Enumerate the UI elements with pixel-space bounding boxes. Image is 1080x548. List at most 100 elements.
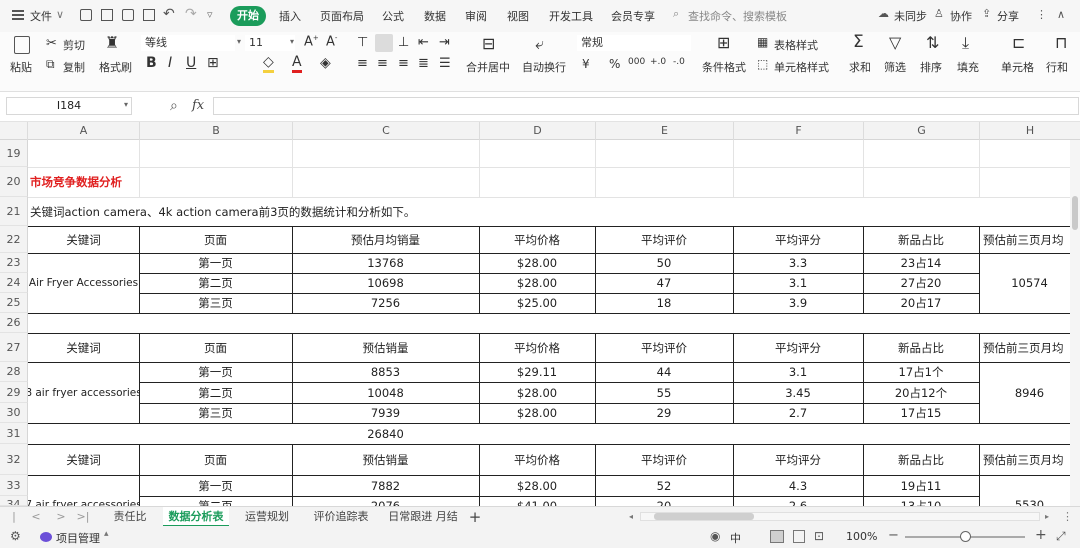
copy-icon[interactable]: ⧉ <box>46 57 55 72</box>
indent-increase-icon[interactable]: ⇥ <box>439 35 450 50</box>
hscroll-left-icon[interactable]: ◂ <box>626 507 636 527</box>
prev-sheet-icon[interactable]: < <box>30 507 42 527</box>
wrap-text-icon[interactable]: ⤶ <box>535 34 544 54</box>
name-box-dropdown-icon[interactable]: ▾ <box>124 100 128 109</box>
indent-decrease-icon[interactable]: ⇤ <box>418 35 429 50</box>
sum-button[interactable]: 求和 <box>849 59 871 75</box>
next-sheet-icon[interactable]: > <box>55 507 67 527</box>
merge-center-button[interactable]: 合并居中 <box>466 59 510 75</box>
column-header-c[interactable]: C <box>293 122 480 140</box>
tab-review[interactable]: 审阅 <box>465 8 487 24</box>
filter-icon[interactable]: ▽ <box>889 33 901 52</box>
sum-icon[interactable]: Σ <box>853 32 864 52</box>
cell-grid[interactable]: 市场竞争数据分析 关键词action camera、4k action came… <box>28 140 1080 506</box>
row-header-21[interactable]: 21 <box>0 197 28 226</box>
increase-font-icon[interactable]: A+ <box>304 34 319 49</box>
number-format-select[interactable]: 常规 <box>576 34 692 52</box>
vertical-scrollbar-thumb[interactable] <box>1072 196 1078 230</box>
column-header-a[interactable]: A <box>28 122 140 140</box>
sheet-tab-data-analysis[interactable]: 数据分析表 <box>163 507 229 527</box>
project-icon[interactable] <box>40 532 52 542</box>
input-language[interactable]: 中 <box>730 530 741 546</box>
column-header-h[interactable]: H <box>980 122 1080 140</box>
name-box[interactable]: I184 <box>6 97 132 115</box>
sheet-tab-review-tracking[interactable]: 评价追踪表 <box>305 507 377 527</box>
row-header-27[interactable]: 27 <box>0 333 28 362</box>
scroll-more-icon[interactable]: ⋮ <box>1062 507 1073 527</box>
fill-color-icon[interactable]: ◇ <box>263 54 274 73</box>
collaborate-button[interactable]: 协作 <box>950 8 972 24</box>
formula-input[interactable] <box>213 97 1079 115</box>
export-icon[interactable] <box>101 9 113 21</box>
wrap-text-button[interactable]: 自动换行 <box>522 59 566 75</box>
tab-view[interactable]: 视图 <box>507 8 529 24</box>
row-header-32[interactable]: 32 <box>0 444 28 475</box>
share-button[interactable]: 分享 <box>997 8 1019 24</box>
percent-icon[interactable]: % <box>609 57 620 71</box>
conditional-format-icon[interactable]: ⊞ <box>717 33 730 52</box>
tab-insert[interactable]: 插入 <box>279 8 301 24</box>
search-icon[interactable]: ⌕ <box>673 7 679 21</box>
thousands-icon[interactable]: 000 <box>628 57 645 67</box>
decrease-decimal-icon[interactable]: -.0 <box>673 57 685 67</box>
cell-button[interactable]: 单元格 <box>1001 59 1034 75</box>
row-header-31[interactable]: 31 <box>0 423 28 444</box>
tab-start[interactable]: 开始 <box>230 6 266 26</box>
row-header-29[interactable]: 29 <box>0 382 28 403</box>
tab-data[interactable]: 数据 <box>424 8 446 24</box>
eye-protect-icon[interactable]: ◉ <box>710 529 720 543</box>
row-header-24[interactable]: 24 <box>0 273 28 293</box>
zoom-level[interactable]: 100% <box>846 530 877 543</box>
fullscreen-icon[interactable]: ⤢ <box>1056 529 1066 544</box>
align-left-icon[interactable]: ≡ <box>357 56 368 71</box>
fill-icon[interactable]: ⤓ <box>962 33 969 53</box>
row-header-26[interactable]: 26 <box>0 313 28 333</box>
print-preview-icon[interactable] <box>143 9 155 21</box>
distributed-icon[interactable]: ☰ <box>439 56 451 71</box>
scissors-icon[interactable]: ✂ <box>46 36 57 51</box>
paste-icon[interactable] <box>14 36 30 54</box>
clear-format-icon[interactable]: ◈ <box>320 55 331 71</box>
table-style-icon[interactable]: ▦ <box>757 35 768 49</box>
page-layout-view-icon[interactable] <box>793 530 805 543</box>
more-options-icon[interactable]: ⋮ <box>1036 8 1047 21</box>
undo-icon[interactable]: ↶ <box>163 6 175 22</box>
font-name-select[interactable]: 等线 <box>140 34 236 52</box>
collaborate-icon[interactable]: ♙ <box>934 7 944 20</box>
last-sheet-icon[interactable]: >| <box>76 507 90 527</box>
row-header-22[interactable]: 22 <box>0 226 28 253</box>
project-expand-icon[interactable]: ▴ <box>104 529 109 539</box>
justify-icon[interactable]: ≣ <box>418 56 429 71</box>
reading-view-icon[interactable]: ⊡ <box>814 529 824 543</box>
row-header-20[interactable]: 20 <box>0 167 28 197</box>
collapse-ribbon-icon[interactable]: ∧ <box>1057 8 1065 21</box>
hamburger-menu-icon[interactable] <box>12 10 24 20</box>
column-header-d[interactable]: D <box>480 122 596 140</box>
row-col-icon[interactable]: ⊓ <box>1055 33 1067 52</box>
vertical-scrollbar[interactable] <box>1070 140 1080 506</box>
align-center-icon[interactable]: ≡ <box>377 56 388 71</box>
normal-view-icon[interactable] <box>770 530 784 543</box>
share-icon[interactable]: ⇪ <box>982 7 991 20</box>
align-middle-icon[interactable] <box>375 34 393 52</box>
currency-icon[interactable]: ¥ <box>582 57 590 71</box>
conditional-format-button[interactable]: 条件格式 <box>702 59 746 75</box>
bold-icon[interactable]: B <box>146 55 157 71</box>
column-header-b[interactable]: B <box>140 122 293 140</box>
tab-developer[interactable]: 开发工具 <box>549 8 593 24</box>
project-manage-button[interactable]: 项目管理 <box>56 530 100 546</box>
underline-icon[interactable]: U <box>186 55 196 71</box>
row-header-19[interactable]: 19 <box>0 140 28 167</box>
row-header-25[interactable]: 25 <box>0 293 28 313</box>
border-icon[interactable]: ⊞ <box>207 55 219 71</box>
font-size-dropdown-icon[interactable]: ▾ <box>290 37 294 46</box>
cell-style-button[interactable]: 单元格样式 <box>774 59 829 75</box>
increase-decimal-icon[interactable]: +.0 <box>650 57 666 67</box>
function-icon[interactable]: fx <box>192 98 204 113</box>
table-style-button[interactable]: 表格样式 <box>774 37 818 53</box>
sort-button[interactable]: 排序 <box>920 59 942 75</box>
row-header-33[interactable]: 33 <box>0 475 28 496</box>
italic-icon[interactable]: I <box>168 55 172 71</box>
column-header-g[interactable]: G <box>864 122 980 140</box>
column-header-e[interactable]: E <box>596 122 734 140</box>
